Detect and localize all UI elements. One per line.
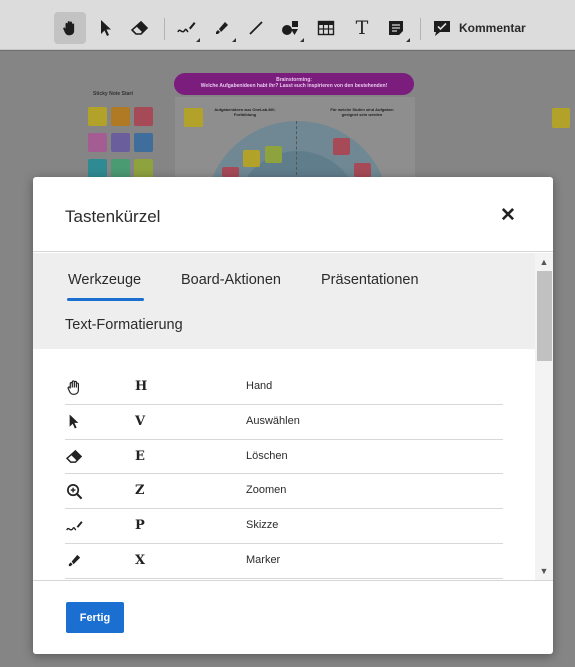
toolbar-table-button[interactable] (310, 12, 342, 44)
pen-icon (66, 520, 83, 531)
shapes-icon (282, 21, 298, 35)
dialog-scrollbar[interactable]: ▲ ▼ (535, 253, 553, 580)
shortcut-action: Auswählen (246, 414, 300, 427)
hand-icon (67, 379, 79, 395)
marker-icon (68, 555, 80, 567)
shortcut-key: X (135, 552, 146, 568)
tab-praesentationen[interactable]: Präsentationen (321, 272, 419, 288)
shortcut-row-eraser: E Löschen (65, 440, 503, 475)
shortcut-key: E (135, 448, 145, 464)
toolbar-line-button[interactable] (240, 12, 272, 44)
sticky-note[interactable] (222, 167, 239, 177)
sticky-note[interactable] (134, 107, 153, 126)
active-tab-indicator (67, 298, 144, 301)
shortcut-row-sketch: P Skizze (65, 509, 503, 544)
sticky-note[interactable] (88, 107, 107, 126)
sticky-note[interactable] (134, 159, 153, 178)
toolbar-select-button[interactable] (90, 12, 122, 44)
comment-icon (434, 21, 450, 36)
toolbar-comment-button[interactable]: Kommentar (432, 14, 526, 42)
shortcut-list: H Hand V Auswählen E Löschen Z Zoomen P … (65, 370, 503, 579)
dropdown-caret-icon (300, 38, 304, 42)
zoom-icon (66, 483, 82, 500)
tab-bar: Werkzeuge Board-Aktionen Präsentationen … (33, 253, 535, 349)
sticky-note-icon (389, 21, 403, 35)
sticky-note-board-title: Sticky Note Start (92, 91, 133, 97)
board-left-subtitle: Aufgabenideen aus OneLab-MV-Fortbildung (214, 107, 276, 117)
sticky-note[interactable] (265, 146, 282, 163)
pen-icon (177, 22, 196, 33)
shortcuts-dialog: Tastenkürzel ✕ Werkzeuge Board-Aktionen … (33, 177, 553, 654)
shortcut-key: P (135, 518, 145, 534)
tab-board-aktionen[interactable]: Board-Aktionen (181, 272, 281, 288)
pointer-icon (101, 20, 111, 36)
toolbar-eraser-button[interactable] (124, 12, 156, 44)
sticky-note[interactable] (111, 133, 130, 152)
sticky-note[interactable] (552, 108, 570, 128)
dialog-body[interactable]: Werkzeuge Board-Aktionen Präsentationen … (33, 253, 553, 580)
marker-icon (216, 22, 228, 34)
dropdown-caret-icon (406, 38, 410, 42)
toolbar-shapes-button[interactable] (274, 12, 306, 44)
sticky-note[interactable] (88, 133, 107, 152)
shortcut-key: Z (135, 483, 145, 499)
sticky-note[interactable] (184, 108, 203, 127)
board-toolbar: T Kommentar (0, 0, 575, 50)
scroll-thumb[interactable] (537, 271, 552, 361)
shortcut-row-hand: H Hand (65, 370, 503, 405)
toolbar-hand-button[interactable] (54, 12, 86, 44)
shortcut-action: Löschen (246, 449, 288, 462)
shortcut-action: Hand (246, 380, 273, 392)
dialog-footer: Fertig (33, 580, 553, 654)
eraser-icon (131, 20, 149, 35)
sticky-note[interactable] (111, 159, 130, 178)
shortcut-key: H (135, 379, 148, 394)
sticky-note[interactable] (354, 163, 371, 177)
sticky-note[interactable] (111, 107, 130, 126)
dropdown-caret-icon (232, 38, 236, 42)
scroll-up-icon[interactable]: ▲ (535, 255, 553, 269)
shortcut-key: V (135, 413, 146, 429)
eraser-icon (65, 449, 82, 463)
dialog-header: Tastenkürzel ✕ (33, 177, 553, 252)
banner-text: Welche Aufgabenideen habt ihr? Lasst euc… (200, 83, 388, 89)
brainstorm-banner: Brainstorming: Welche Aufgabenideen habt… (174, 73, 414, 95)
toolbar-text-button[interactable]: T (346, 12, 378, 44)
sticky-note[interactable] (243, 150, 260, 167)
sticky-note[interactable] (134, 133, 153, 152)
shortcut-row-zoom: Z Zoomen (65, 474, 503, 510)
done-button[interactable]: Fertig (66, 602, 124, 633)
sticky-note[interactable] (88, 159, 107, 178)
shortcut-row-marker: X Marker (65, 544, 503, 579)
toolbar-marker-button[interactable] (206, 12, 238, 44)
shortcut-row-select: V Auswählen (65, 405, 503, 440)
scroll-down-icon[interactable]: ▼ (535, 564, 553, 578)
close-icon: ✕ (500, 204, 516, 226)
dropdown-caret-icon (196, 38, 200, 42)
sticky-note[interactable] (333, 138, 350, 155)
hand-icon (63, 21, 75, 36)
toolbar-divider (420, 18, 421, 40)
shortcut-action: Skizze (246, 519, 279, 532)
shortcut-action: Zoomen (246, 484, 287, 497)
toolbar-divider (164, 18, 165, 40)
line-icon (249, 21, 263, 35)
toolbar-sticky-note-button[interactable] (380, 12, 412, 44)
tab-text-formatierung[interactable]: Text-Formatierung (65, 317, 183, 333)
pointer-icon (69, 414, 79, 429)
text-icon: T (355, 17, 369, 39)
close-button[interactable]: ✕ (496, 203, 520, 227)
toolbar-pen-button[interactable] (170, 12, 202, 44)
board-right-subtitle: Für welche Stufen sind Aufgaben geeignet… (330, 107, 394, 117)
comment-label: Kommentar (459, 21, 526, 35)
table-icon (317, 20, 335, 36)
shortcut-action: Marker (246, 553, 281, 566)
tab-werkzeuge[interactable]: Werkzeuge (68, 272, 141, 288)
dialog-title: Tastenkürzel (65, 207, 161, 226)
